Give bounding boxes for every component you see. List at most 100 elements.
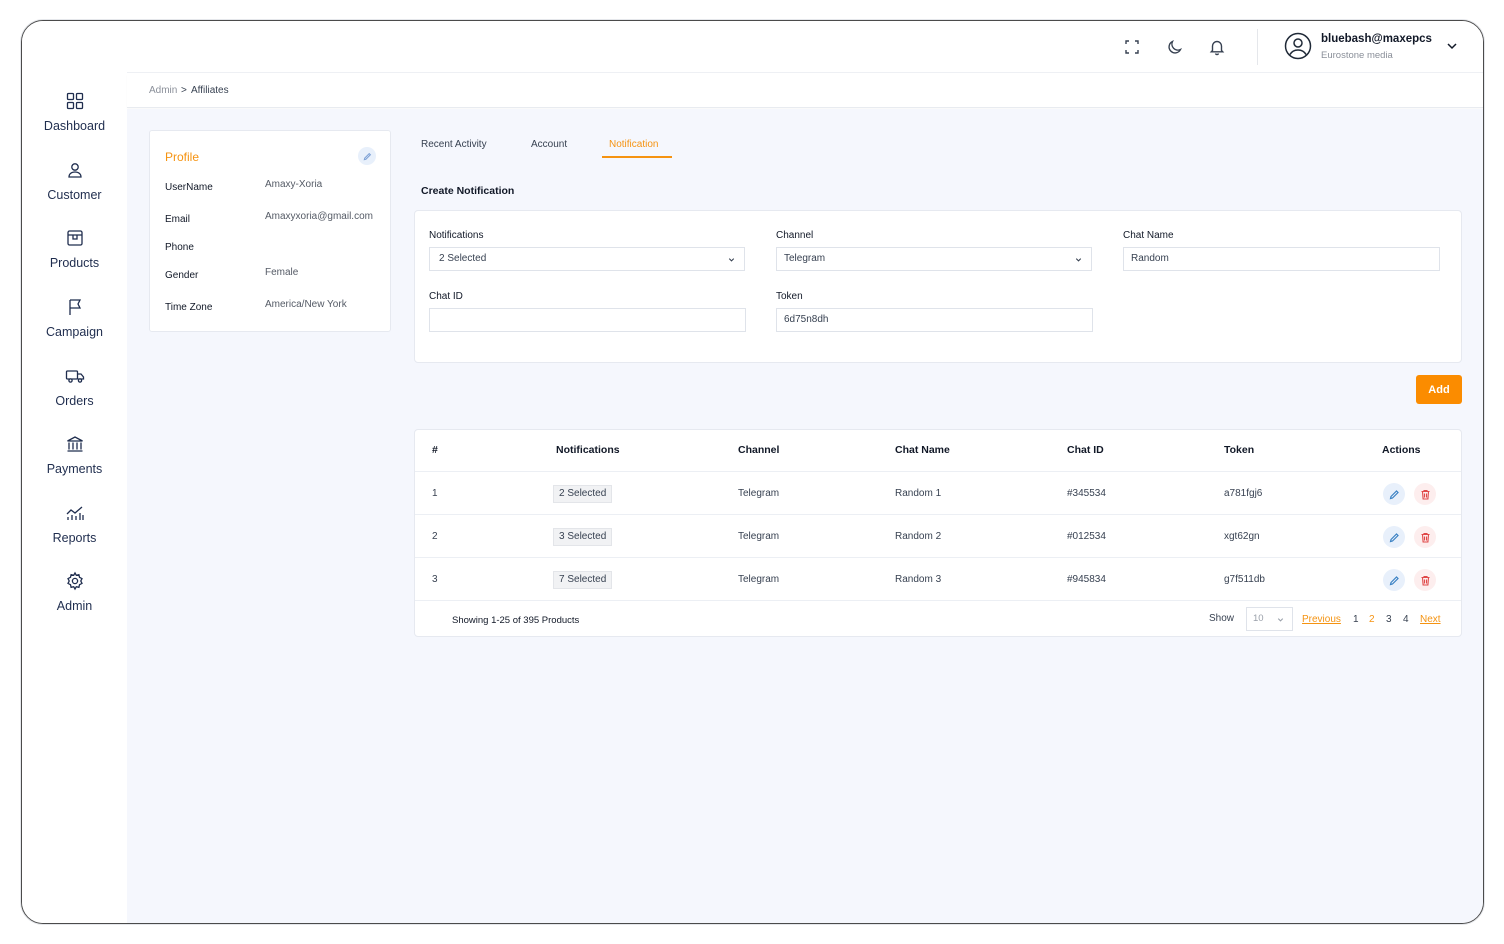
user-org: Eurostone media [1321, 50, 1393, 61]
delete-button[interactable] [1414, 526, 1436, 548]
chat-name-cell: Random 1 [895, 488, 942, 499]
column-header: Actions [1382, 444, 1421, 456]
column-header: Channel [738, 444, 780, 456]
chevron-down-icon [1075, 258, 1082, 262]
page-4[interactable]: 4 [1403, 614, 1409, 625]
table-row: 2 3 Selected Telegram Random 2 #012534 x… [415, 515, 1461, 558]
edit-button[interactable] [1383, 526, 1405, 548]
chat-name-cell: Random 2 [895, 531, 942, 542]
sidebar-item-orders[interactable]: Orders [22, 366, 127, 426]
sidebar-item-campaign[interactable]: Campaign [22, 297, 127, 357]
sidebar-item-payments[interactable]: Payments [22, 434, 127, 494]
sidebar-item-admin[interactable]: Admin [22, 571, 127, 631]
sidebar-item-products[interactable]: Products [22, 228, 127, 288]
chat-name-cell: Random 3 [895, 574, 942, 585]
delete-button[interactable] [1414, 569, 1436, 591]
show-label: Show [1209, 613, 1235, 624]
profile-title: Profile [165, 150, 200, 164]
sidebar-item-reports[interactable]: Reports [22, 503, 127, 563]
sidebar-item-label: Admin [56, 599, 93, 613]
row-number: 2 [432, 531, 438, 542]
chevron-down-icon [728, 258, 735, 262]
profile-gender-label: Gender [165, 270, 199, 281]
sidebar-item-label: Products [49, 256, 100, 270]
chat-id-label: Chat ID [429, 291, 463, 302]
chat-id-input[interactable] [429, 308, 746, 332]
bell-icon[interactable] [1208, 38, 1226, 56]
tab-account[interactable]: Account [531, 139, 567, 150]
next-page-link[interactable]: Next [1420, 614, 1441, 625]
chat-id-cell: #012534 [1067, 531, 1106, 542]
channel-cell: Telegram [738, 488, 780, 499]
trash-icon [1421, 575, 1429, 586]
main-content: Profile UserName Amaxy-Xoria Email Amaxy… [127, 109, 1483, 923]
pencil-icon [1389, 532, 1399, 542]
moon-icon[interactable] [1166, 38, 1184, 56]
notifications-select[interactable]: 2 Selected [429, 247, 745, 271]
channel-label: Channel [776, 230, 814, 241]
box-icon [66, 230, 83, 246]
sidebar: Dashboard Customer Products Campaign Ord… [22, 21, 127, 923]
chart-icon [66, 506, 84, 520]
chat-name-value: Random [1131, 253, 1169, 264]
row-number: 3 [432, 574, 438, 585]
flag-icon [68, 299, 81, 315]
edit-button[interactable] [1383, 569, 1405, 591]
tab-recent-activity[interactable]: Recent Activity [421, 139, 487, 150]
pencil-icon [363, 152, 371, 160]
breadcrumb-root[interactable]: Admin [149, 85, 177, 96]
top-bar: bluebash@maxepcs Eurostone media [127, 21, 1483, 73]
profile-timezone-label: Time Zone [165, 302, 213, 313]
profile-timezone-value: America/New York [265, 299, 347, 310]
notifications-chip: 7 Selected [553, 571, 613, 589]
sidebar-item-label: Reports [52, 531, 97, 545]
breadcrumb: Admin > Affiliates [127, 74, 1483, 108]
edit-button[interactable] [1383, 483, 1405, 505]
chat-name-label: Chat Name [1123, 230, 1174, 241]
channel-select[interactable]: Telegram [776, 247, 1092, 271]
profile-email-value: Amaxyxoria@gmail.com [265, 211, 373, 222]
sidebar-item-customer[interactable]: Customer [22, 160, 127, 220]
gear-icon [66, 571, 83, 591]
sidebar-item-label: Payments [46, 462, 103, 476]
chevron-down-icon[interactable] [1445, 39, 1459, 53]
page-size-value: 10 [1253, 613, 1264, 624]
avatar[interactable] [1284, 32, 1312, 60]
sidebar-item-label: Orders [55, 394, 94, 408]
page-1[interactable]: 1 [1353, 614, 1359, 625]
previous-page-link[interactable]: Previous [1302, 614, 1341, 625]
profile-phone-label: Phone [165, 242, 194, 253]
add-button[interactable]: Add [1416, 375, 1462, 404]
chat-id-cell: #945834 [1067, 574, 1106, 585]
profile-username-value: Amaxy-Xoria [265, 179, 323, 190]
table-row: 3 7 Selected Telegram Random 3 #945834 g… [415, 558, 1461, 601]
page-size-select[interactable]: 10 [1246, 607, 1293, 631]
profile-edit-button[interactable] [358, 147, 376, 165]
user-icon [67, 163, 82, 178]
user-name: bluebash@maxepcs [1321, 33, 1432, 45]
channel-cell: Telegram [738, 574, 780, 585]
page-3[interactable]: 3 [1386, 614, 1392, 625]
pencil-icon [1389, 489, 1399, 499]
delete-button[interactable] [1414, 483, 1436, 505]
notifications-select-value: 2 Selected [439, 253, 487, 264]
chevron-down-icon [1277, 618, 1284, 622]
channel-select-value: Telegram [784, 253, 826, 264]
breadcrumb-separator: > [181, 85, 187, 96]
showing-count: Showing 1-25 of 395 Products [452, 615, 580, 626]
truck-icon [65, 370, 84, 383]
token-cell: xgt62gn [1224, 531, 1260, 542]
table-row: 1 2 Selected Telegram Random 1 #345534 a… [415, 472, 1461, 515]
token-input[interactable]: 6d75n8dh [776, 308, 1093, 332]
tab-notification[interactable]: Notification [609, 139, 658, 150]
sidebar-item-label: Customer [47, 188, 102, 202]
sidebar-item-dashboard[interactable]: Dashboard [22, 91, 127, 151]
row-number: 1 [432, 488, 438, 499]
section-title: Create Notification [421, 185, 515, 197]
column-header: Chat ID [1067, 444, 1104, 456]
fullscreen-icon[interactable] [1123, 38, 1141, 56]
column-header: Chat Name [895, 444, 950, 456]
profile-gender-value: Female [265, 267, 299, 278]
page-2[interactable]: 2 [1369, 614, 1375, 625]
chat-name-input[interactable]: Random [1123, 247, 1440, 271]
